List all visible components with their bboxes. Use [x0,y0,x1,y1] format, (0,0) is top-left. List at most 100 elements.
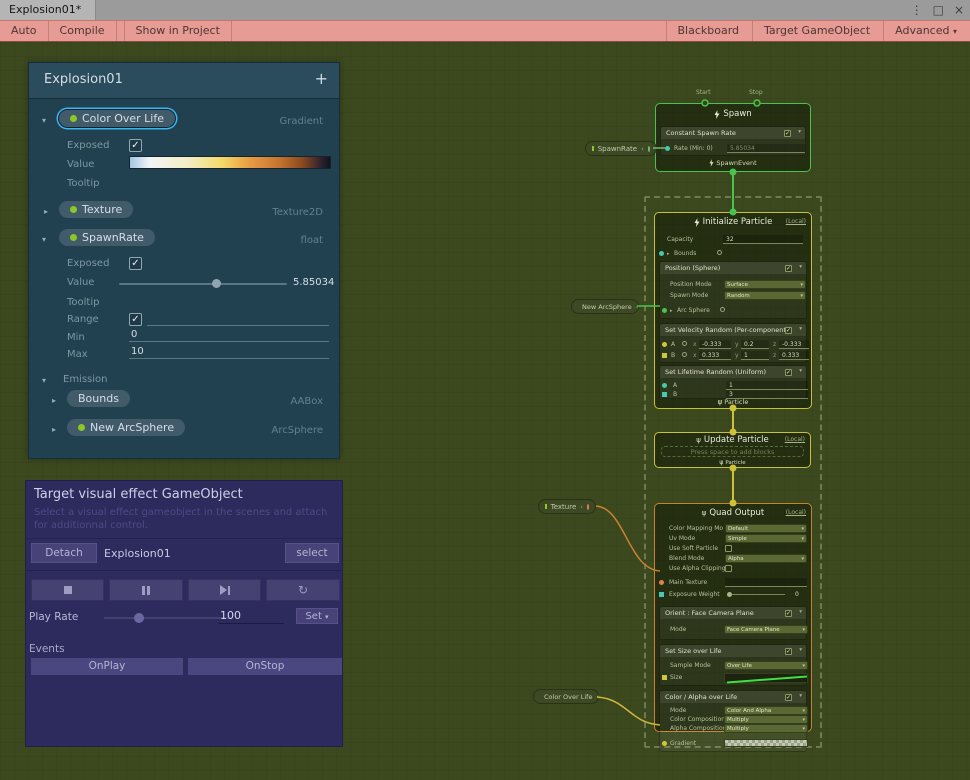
capacity-field[interactable]: 32 [723,235,803,244]
blackboard-header[interactable]: Explosion01 + [29,63,339,99]
block-enabled-checkbox[interactable]: ✓ [785,265,792,272]
graph-canvas[interactable]: Spawn Constant Spawn Rate ✓ ▾ Rate (Min:… [0,42,970,780]
color-alpha-over-life-block[interactable]: Color / Alpha over Life ✓ ▾ Mode Color A… [659,690,807,752]
show-in-project-button[interactable]: Show in Project [125,21,232,41]
block-enabled-checkbox[interactable]: ✓ [785,648,792,655]
space-toggle-icon[interactable] [720,307,725,312]
min-field[interactable]: 0 [129,329,329,342]
quad-output-scope-toggle[interactable]: (Local) [786,509,806,516]
size-curve-field[interactable] [724,673,808,683]
step-button[interactable] [188,579,261,601]
exposure-weight-input-port[interactable] [659,592,664,597]
detach-button[interactable]: Detach [31,543,97,563]
max-field[interactable]: 10 [129,346,329,359]
lifetime-a-port[interactable] [662,383,667,388]
uv-mode-dropdown[interactable]: Simple ▾ [725,534,807,543]
gradient-preview[interactable] [129,156,331,169]
velocity-a-y-field[interactable]: 0.2 [741,340,769,349]
main-texture-input-port[interactable] [659,580,664,585]
spawnrate-parameter-node[interactable]: SpawnRate ‹ [585,141,657,156]
param-spawnrate[interactable]: SpawnRate [59,229,155,246]
collapse-icon[interactable]: ‹ [596,693,599,701]
exposure-value[interactable]: 0 [795,591,799,598]
chevron-down-icon[interactable]: ▾ [42,116,46,125]
chevron-down-icon[interactable]: ▾ [799,326,802,332]
kebab-menu-icon[interactable]: ⋮ [911,0,923,20]
lifetime-b-port[interactable] [662,392,667,397]
arc-sphere-input-port[interactable] [662,308,667,313]
initialize-scope-toggle[interactable]: (Local) [786,218,806,225]
onplay-button[interactable]: OnPlay [31,658,183,675]
velocity-a-port[interactable] [662,342,667,347]
set-lifetime-random-block[interactable]: Set Lifetime Random (Uniform) ✓ ▾ A 1 B … [659,365,807,399]
collapse-icon[interactable]: ‹ [636,303,639,311]
velocity-b-x-field[interactable]: 0.333 [699,351,731,360]
value-number[interactable]: 5.85034 [293,277,334,288]
alpha-clipping-checkbox[interactable] [725,565,732,572]
play-rate-field[interactable]: 100 [218,609,284,624]
lifetime-a-field[interactable]: 1 [726,381,808,390]
param-texture[interactable]: Texture [59,201,133,218]
value-slider-knob[interactable] [212,279,221,288]
update-particle-node[interactable]: ψ Update Particle (Local) Press space to… [654,432,811,468]
chevron-down-icon[interactable]: ▾ [799,609,802,615]
chevron-right-icon[interactable]: ▸ [52,425,56,434]
onstop-button[interactable]: OnStop [188,658,342,675]
position-sphere-block[interactable]: Position (Sphere) ✓ ▾ Position Mode Surf… [659,261,807,319]
chevron-right-icon[interactable]: ▸ [670,308,673,314]
new-arcsphere-parameter-node[interactable]: New ArcSphere ‹ [571,299,639,314]
compile-button[interactable]: Compile [49,21,117,41]
update-scope-toggle[interactable]: (Local) [785,436,805,443]
set-size-over-life-block[interactable]: Set Size over Life ✓ ▾ Sample Mode Over … [659,644,807,686]
position-mode-dropdown[interactable]: Surface ▾ [724,280,806,289]
param-new-arcsphere[interactable]: New ArcSphere [67,419,185,436]
advanced-dropdown-button[interactable]: Advanced ▾ [883,21,968,41]
blackboard-toggle-button[interactable]: Blackboard [666,21,751,41]
color-over-life-parameter-node[interactable]: Color Over Life ‹ [533,689,599,704]
range-checkbox[interactable]: ✓ [129,313,142,326]
sample-mode-dropdown[interactable]: Over Life ▾ [724,661,808,670]
target-gameobject-toggle-button[interactable]: Target GameObject [752,21,881,41]
chevron-down-icon[interactable]: ▾ [799,693,802,699]
texture-output-port[interactable] [587,504,589,510]
texture-parameter-node[interactable]: Texture ‹ [538,499,596,514]
size-input-port[interactable] [662,675,667,680]
orient-block[interactable]: Orient : Face Camera Plane ✓ ▾ Mode Face… [659,606,807,640]
block-enabled-checkbox[interactable]: ✓ [785,694,792,701]
alpha-composition-dropdown[interactable]: Multiply ▾ [724,724,808,733]
spawn-mode-dropdown[interactable]: Random ▾ [724,291,806,300]
orient-mode-dropdown[interactable]: Face Camera Plane ▾ [724,625,808,634]
chevron-down-icon[interactable]: ▾ [799,264,802,270]
blend-mode-dropdown[interactable]: Alpha ▾ [725,554,807,563]
add-parameter-button[interactable]: + [315,69,328,88]
bounds-input-port[interactable] [659,251,664,256]
spawnrate-output-port[interactable] [648,146,650,152]
collapse-icon[interactable]: ‹ [580,503,583,511]
block-enabled-checkbox[interactable]: ✓ [785,327,792,334]
block-enabled-checkbox[interactable]: ✓ [785,369,792,376]
exposed-checkbox[interactable]: ✓ [129,139,142,152]
velocity-b-y-field[interactable]: 1 [741,351,769,360]
collapse-icon[interactable]: ‹ [641,145,644,153]
chevron-right-icon[interactable]: ▸ [52,396,56,405]
soft-particle-checkbox[interactable] [725,545,732,552]
category-emission[interactable]: Emission [63,374,108,385]
color-mapping-dropdown[interactable]: Default ▾ [725,524,807,533]
spawn-node[interactable]: Spawn Constant Spawn Rate ✓ ▾ Rate (Min:… [655,103,811,172]
block-enabled-checkbox[interactable]: ✓ [784,130,791,137]
color-composition-dropdown[interactable]: Multiply ▾ [724,715,808,724]
rate-value-field[interactable]: 5.85034 [727,144,805,153]
play-rate-slider-knob[interactable] [134,613,144,623]
velocity-a-x-field[interactable]: -0.333 [699,340,731,349]
gradient-field[interactable] [724,739,808,747]
chevron-down-icon[interactable]: ▾ [42,235,46,244]
rate-input-port[interactable] [665,146,670,151]
quad-output-node[interactable]: ψ Quad Output (Local) Color Mapping Mode… [654,503,812,732]
initialize-particle-node[interactable]: Initialize Particle (Local) Capacity 32 … [654,212,812,409]
chevron-right-icon[interactable]: ▸ [667,251,670,257]
play-rate-slider-track[interactable] [104,617,232,619]
exposed-checkbox[interactable]: ✓ [129,257,142,270]
param-bounds[interactable]: Bounds [67,390,130,407]
color-mode-dropdown[interactable]: Color And Alpha ▾ [724,706,808,715]
main-texture-field[interactable] [725,578,807,587]
